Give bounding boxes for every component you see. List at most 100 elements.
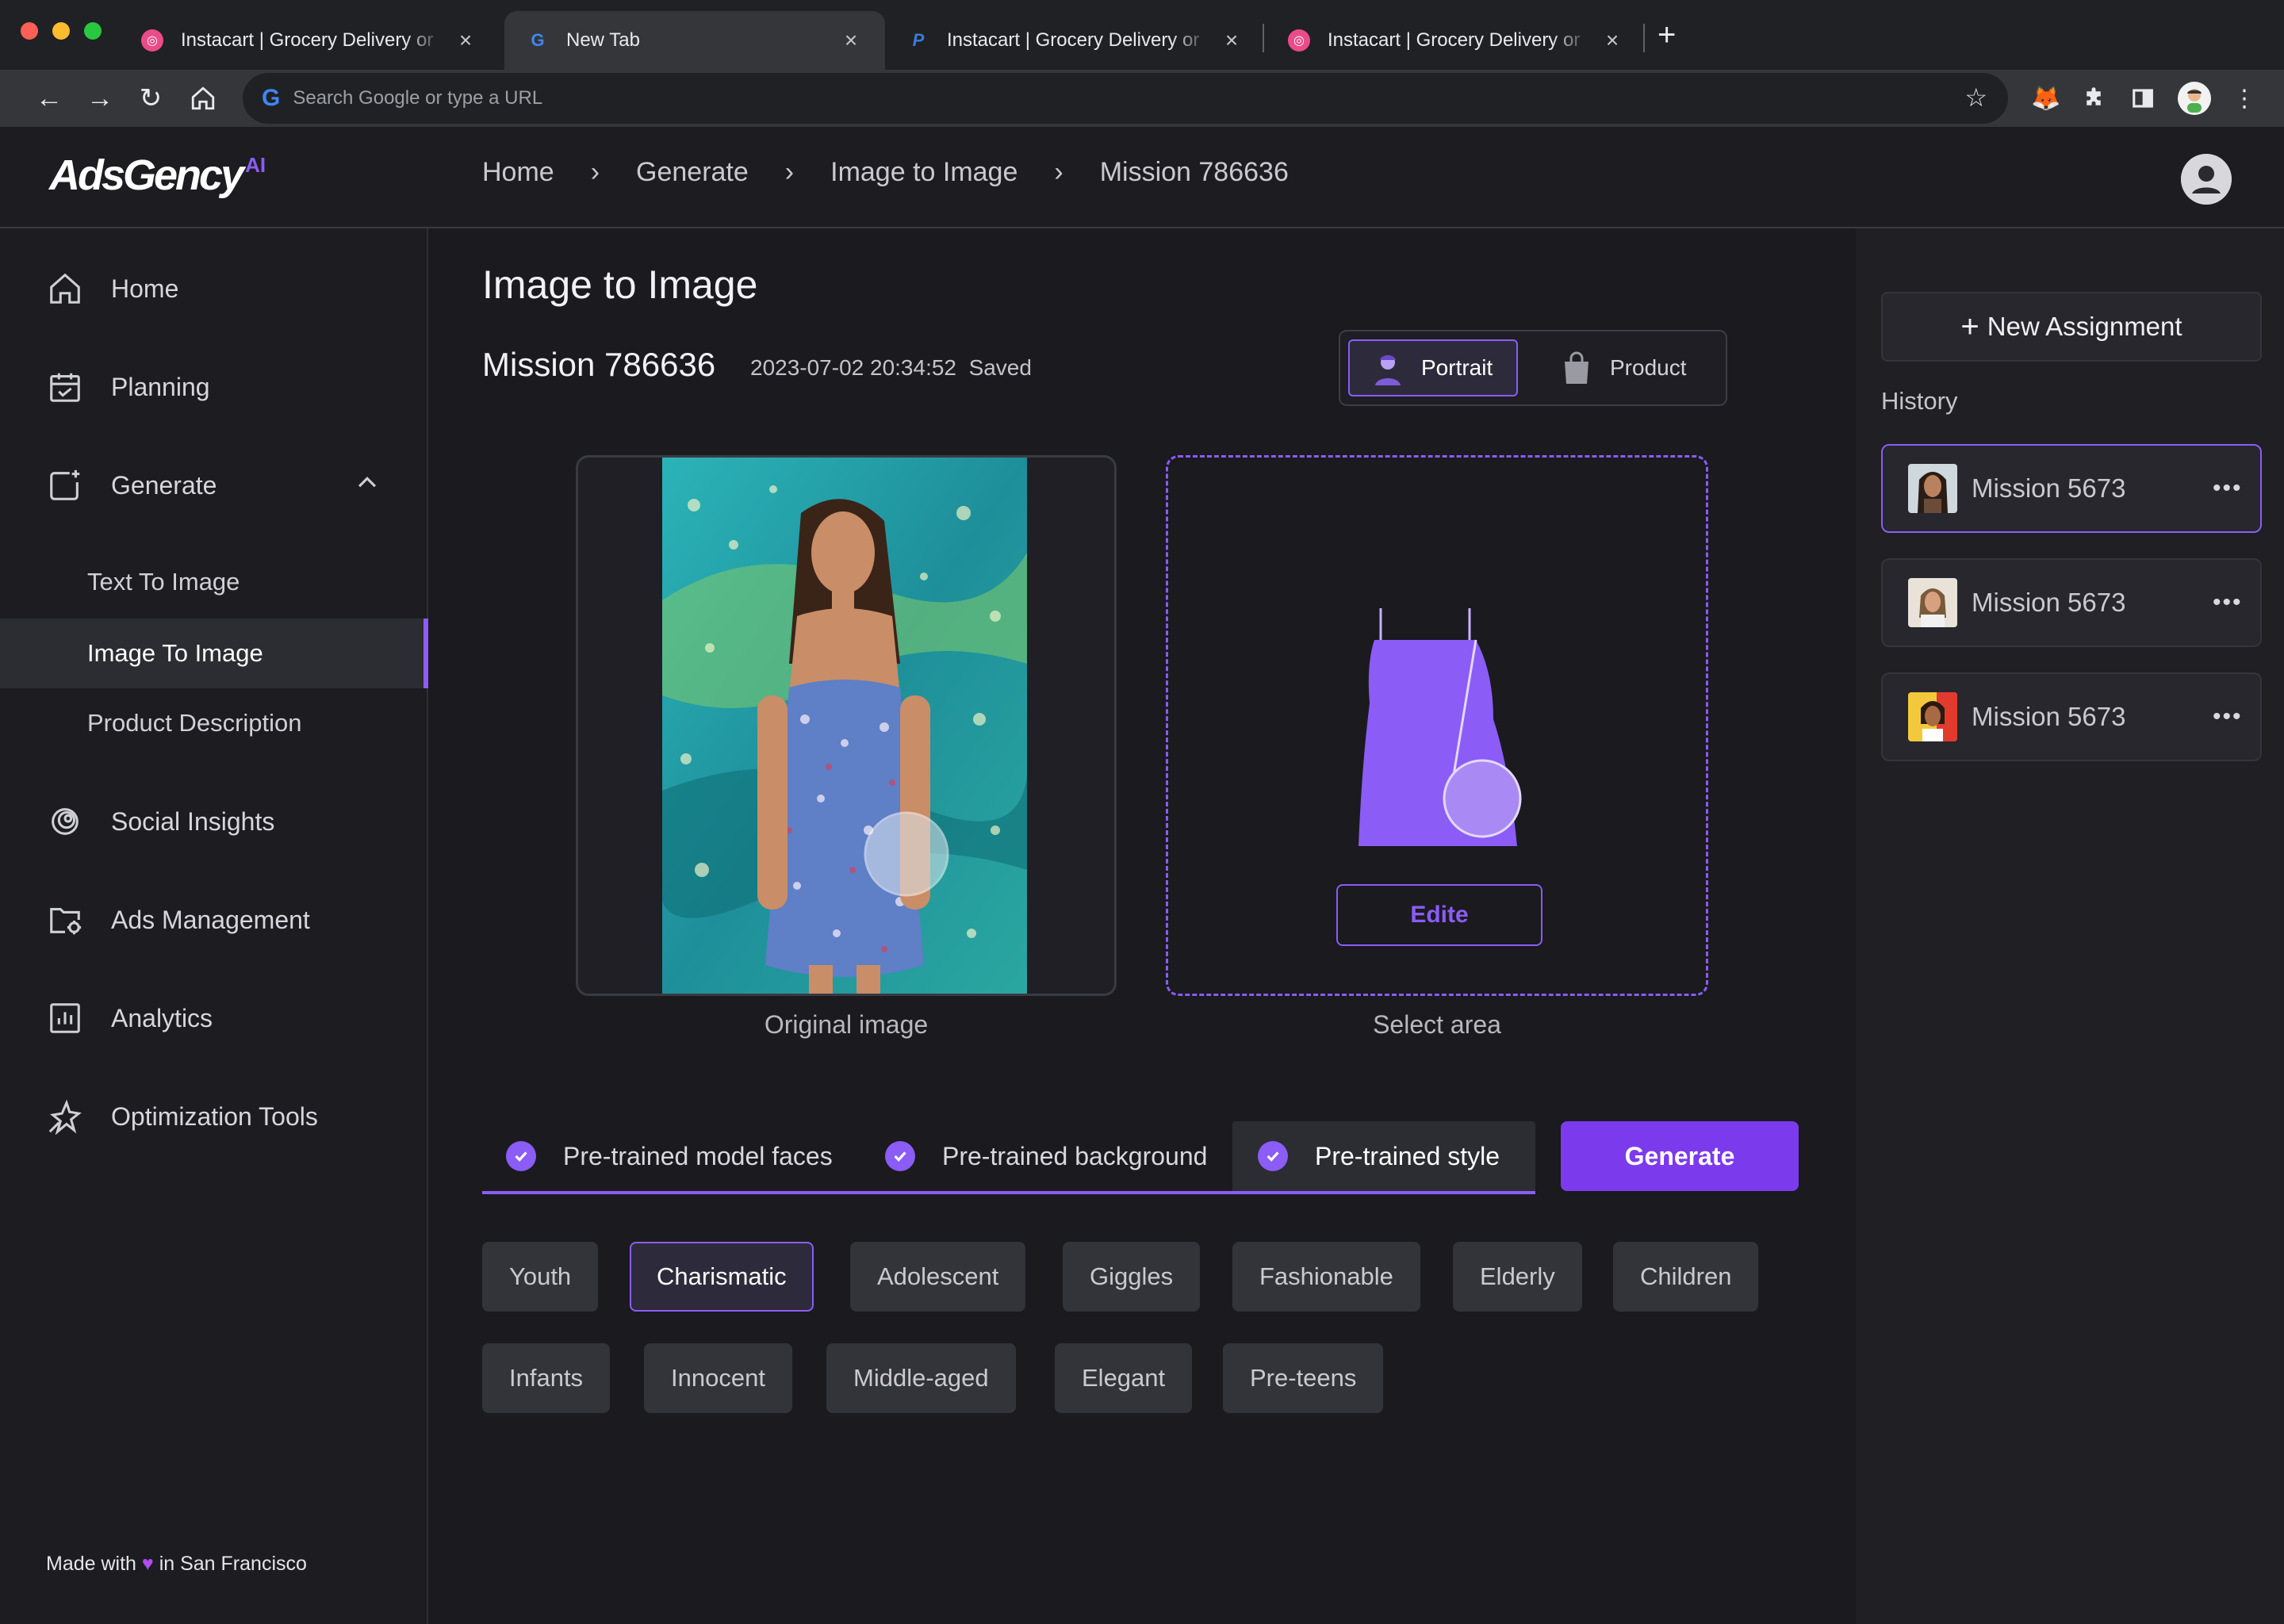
portrait-label: Portrait <box>1421 355 1493 380</box>
more-options-icon[interactable]: ••• <box>2213 589 2260 616</box>
sidebar-item-optimization-tools[interactable]: Optimization Tools <box>46 1097 318 1136</box>
rings-icon <box>46 802 84 841</box>
sidebar-item-label: Generate <box>111 470 217 500</box>
puzzle-extensions-icon[interactable] <box>2078 82 2110 114</box>
tab-close-icon[interactable]: × <box>1600 28 1624 53</box>
portrait-mode-button[interactable]: Portrait <box>1348 339 1518 396</box>
browser-tab[interactable]: P Instacart | Grocery Delivery or × <box>885 11 1266 70</box>
style-chip-elderly[interactable]: Elderly <box>1453 1242 1582 1312</box>
original-image-card[interactable] <box>576 455 1117 996</box>
check-circle-icon <box>1258 1141 1288 1171</box>
sidebar: Home Planning Generate Text To Image Ima… <box>0 228 428 1624</box>
style-chip-children[interactable]: Children <box>1613 1242 1759 1312</box>
style-chip-giggles[interactable]: Giggles <box>1063 1242 1201 1312</box>
sidebar-sub-product-description[interactable]: Product Description <box>0 688 428 758</box>
tab-close-icon[interactable]: × <box>454 28 477 53</box>
history-heading: History <box>1881 387 1958 415</box>
style-chip-middle-aged[interactable]: Middle-aged <box>826 1343 1016 1413</box>
sidebar-item-ads-management[interactable]: Ads Management <box>46 901 310 939</box>
original-image-label: Original image <box>764 1010 929 1039</box>
chevron-up-icon[interactable] <box>354 469 381 503</box>
dress-mask-shape <box>1359 608 1522 846</box>
select-area-label: Select area <box>1373 1010 1501 1039</box>
style-chip-pre-teens[interactable]: Pre-teens <box>1223 1343 1384 1413</box>
sidebar-item-planning[interactable]: Planning <box>46 368 210 406</box>
sidebar-sub-text-to-image[interactable]: Text To Image <box>0 547 428 617</box>
history-item[interactable]: Mission 5673 ••• <box>1881 444 2262 533</box>
app-header: AdsGency AI Home › Generate › Image to Im… <box>0 127 2284 228</box>
edit-button[interactable]: Edite <box>1336 884 1542 946</box>
breadcrumb-image-to-image[interactable]: Image to Image <box>830 157 1017 188</box>
home-icon <box>46 270 84 308</box>
sidebar-item-social-insights[interactable]: Social Insights <box>46 802 274 841</box>
product-mode-button[interactable]: Product <box>1543 339 1718 396</box>
tab-pretrained-style[interactable]: Pre-trained style <box>1232 1121 1535 1191</box>
tab-separator <box>1263 24 1264 52</box>
tab-close-icon[interactable]: × <box>839 28 863 53</box>
side-panel-icon[interactable] <box>2127 82 2159 114</box>
sidebar-item-home[interactable]: Home <box>46 270 178 308</box>
home-browser-icon[interactable] <box>184 79 222 117</box>
tab-label: Pre-trained background <box>942 1141 1208 1170</box>
mission-timestamp: 2023-07-02 20:34:52 <box>750 355 956 380</box>
style-chip-infants[interactable]: Infants <box>482 1343 611 1413</box>
sidebar-item-label: Planning <box>111 372 210 401</box>
back-arrow-icon[interactable]: ← <box>30 79 68 117</box>
mission-meta: 2023-07-02 20:34:52 Saved <box>750 355 1032 381</box>
logo-suffix: AI <box>245 153 266 177</box>
page-title: Image to Image <box>482 262 758 307</box>
history-item[interactable]: Mission 5673 ••• <box>1881 558 2262 647</box>
history-item[interactable]: Mission 5673 ••• <box>1881 672 2262 761</box>
new-tab-plus-icon[interactable]: + <box>1657 17 1676 53</box>
new-assignment-label: New Assignment <box>1987 312 2182 341</box>
sidebar-sub-label: Product Description <box>87 709 302 737</box>
app-logo[interactable]: AdsGency AI <box>49 151 266 200</box>
footer-note: Made with ♥ in San Francisco <box>46 1553 307 1576</box>
generate-button[interactable]: Generate <box>1561 1121 1799 1191</box>
style-chip-fashionable[interactable]: Fashionable <box>1232 1242 1420 1312</box>
tab-pretrained-model-faces[interactable]: Pre-trained model faces <box>506 1121 855 1191</box>
tab-pretrained-background[interactable]: Pre-trained background <box>885 1121 1266 1191</box>
window-zoom-dot[interactable] <box>84 22 102 40</box>
browser-tab[interactable]: ◎ Instacart | Grocery Delivery or × <box>119 11 500 70</box>
style-chip-adolescent[interactable]: Adolescent <box>850 1242 1026 1312</box>
browser-tab[interactable]: ◎ Instacart | Grocery Delivery or × <box>1266 11 1646 70</box>
window-close-dot[interactable] <box>21 22 38 40</box>
more-options-icon[interactable]: ••• <box>2213 475 2260 502</box>
history-item-name: Mission 5673 <box>1972 473 2126 503</box>
sidebar-sub-label: Text To Image <box>87 568 240 596</box>
address-bar[interactable]: G Search Google or type a URL ☆ <box>243 73 2008 124</box>
sidebar-item-analytics[interactable]: Analytics <box>46 999 213 1037</box>
style-chip-innocent[interactable]: Innocent <box>644 1343 792 1413</box>
google-icon: G <box>531 30 545 50</box>
fox-extension-icon[interactable]: 🦊 <box>2030 82 2062 114</box>
browser-menu-icon[interactable]: ⋮ <box>2228 82 2260 114</box>
bookmark-star-icon[interactable]: ☆ <box>1964 82 1987 113</box>
pretrained-option-tabs: Pre-trained model faces Pre-trained back… <box>482 1121 1535 1194</box>
tab-close-icon[interactable]: × <box>1220 28 1244 53</box>
more-options-icon[interactable]: ••• <box>2213 703 2260 730</box>
check-circle-icon <box>885 1141 915 1171</box>
reload-icon[interactable]: ↻ <box>132 79 170 117</box>
tab-label: Pre-trained style <box>1315 1141 1500 1170</box>
chevron-right-icon: › <box>590 157 600 187</box>
style-chip-elegant[interactable]: Elegant <box>1055 1343 1193 1413</box>
sidebar-sub-image-to-image[interactable]: Image To Image <box>0 619 428 688</box>
user-avatar[interactable] <box>2181 154 2232 205</box>
forward-arrow-icon[interactable]: → <box>81 79 119 117</box>
product-label: Product <box>1610 355 1687 380</box>
chevron-right-icon: › <box>1054 157 1063 187</box>
shopping-bag-icon <box>1561 350 1592 385</box>
mode-toggle: Portrait Product <box>1339 330 1727 406</box>
window-minimize-dot[interactable] <box>52 22 70 40</box>
breadcrumb-generate[interactable]: Generate <box>636 157 749 188</box>
style-chip-charismatic[interactable]: Charismatic <box>630 1242 814 1312</box>
select-area-card[interactable]: Edite <box>1166 455 1708 996</box>
profile-avatar-icon[interactable] <box>2178 82 2211 115</box>
new-assignment-button[interactable]: + New Assignment <box>1881 292 2262 362</box>
paypal-icon: P <box>912 30 925 50</box>
browser-tab-active[interactable]: G New Tab × <box>504 11 885 70</box>
sidebar-item-generate[interactable]: Generate <box>46 466 387 504</box>
style-chip-youth[interactable]: Youth <box>482 1242 599 1312</box>
breadcrumb-home[interactable]: Home <box>482 157 554 188</box>
